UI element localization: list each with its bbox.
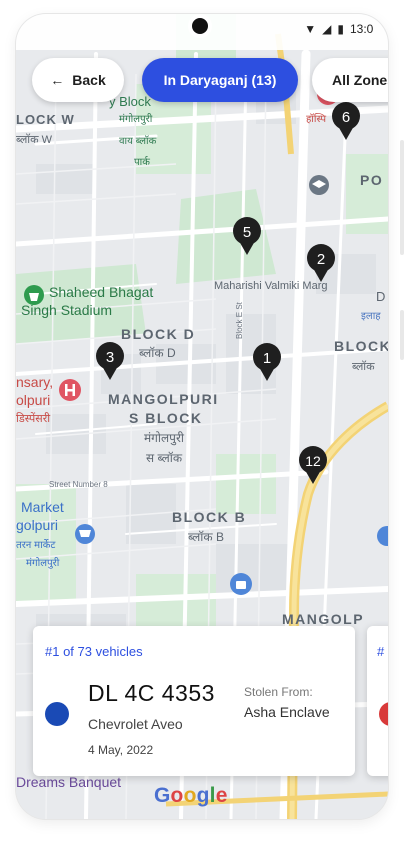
marker-label: 2 (317, 251, 325, 268)
label-block-d: BLOCK D (121, 326, 195, 342)
back-label: Back (72, 72, 106, 88)
label-po: PO (360, 172, 383, 188)
battery-icon: ▮ (337, 22, 344, 36)
label-mangolpuri-edge: MANGOLP (282, 611, 364, 627)
label-dispensary-2: olpuri (16, 392, 50, 408)
label-s-block: S BLOCK (129, 410, 203, 426)
google-logo: Google (154, 784, 228, 808)
google-logo-text: Google (154, 784, 228, 807)
vehicle-card[interactable]: #1 of 73 vehicles DL 4C 4353 Chevrolet A… (33, 626, 355, 776)
label-block-d-hi: ब्लॉक D (139, 346, 176, 360)
school-icon (309, 175, 329, 195)
vehicle-model: Chevrolet Aveo (88, 716, 183, 732)
label-street-8: Street Number 8 (49, 480, 108, 489)
label-stadium: Shaheed Bhagat (49, 284, 153, 300)
label-hospital-edge: हॉस्पि (306, 113, 326, 125)
label-park-hi-2: पार्क (134, 156, 150, 168)
shopping-bag-icon (230, 573, 252, 595)
label-dispensary-hi: डिस्पेंसरी (16, 412, 50, 425)
next-vehicle-color-dot (379, 702, 388, 726)
front-camera (192, 18, 208, 34)
stolen-from-value: Asha Enclave (244, 704, 330, 720)
marker-label: 12 (305, 453, 321, 469)
phone-screen: LOCK W ब्लॉक W y Block मंगोलपुरी वाय ब्ल… (16, 14, 388, 819)
label-d-edge: D (376, 289, 385, 304)
status-bar: ▼ ◢ ▮ 13:0 (16, 14, 388, 50)
label-stadium-2: Singh Stadium (21, 302, 112, 318)
next-vehicle-count: # (377, 644, 385, 659)
wifi-icon: ▼ (304, 22, 317, 36)
shopping-cart-icon (75, 524, 95, 544)
label-block-e-st: Block E St (235, 301, 244, 339)
marker-label: 6 (342, 109, 350, 126)
label-valmiki-marg: Maharishi Valmiki Marg (214, 280, 328, 292)
top-bar: ← Back In Daryaganj (13) All Zones (16, 58, 388, 102)
all-zones-button[interactable]: All Zones (312, 58, 388, 102)
hospital-icon (59, 379, 81, 401)
vehicle-count: #1 of 73 vehicles (45, 644, 143, 659)
back-button[interactable]: ← Back (32, 58, 124, 102)
vehicle-color-dot (45, 702, 69, 726)
label-ilaha: इलाह (361, 311, 381, 322)
label-park-hi: वाय ब्लॉक (119, 135, 157, 147)
label-mangolpuri-hi: मंगोलपुरी (144, 431, 185, 446)
label-market-hi-2: मंगोलपुरी (26, 557, 60, 569)
label-mangolpuri: MANGOLPURI (108, 391, 219, 407)
marker-label: 3 (106, 349, 114, 366)
label-market-hi: तरन मार्केट (16, 539, 56, 551)
arrow-left-icon: ← (50, 72, 65, 88)
next-vehicle-card[interactable]: # (367, 626, 388, 776)
side-scroll-indicator (400, 140, 404, 255)
marker-label: 1 (263, 350, 271, 367)
label-block-w-hi: ब्लॉक W (16, 133, 53, 146)
park-area (136, 574, 216, 634)
vehicle-date: 4 May, 2022 (88, 743, 154, 757)
label-dreams-banquet: Dreams Banquet (16, 774, 121, 790)
label-v-block-hi: मंगोलपुरी (119, 113, 153, 125)
side-scroll-indicator (400, 310, 404, 360)
label-s-block-hi: स ब्लॉक (146, 451, 183, 465)
vehicle-plate: DL 4C 4353 (88, 680, 215, 706)
label-market: Market (21, 499, 64, 515)
label-dispensary: nsary, (16, 374, 53, 390)
zone-filter-button[interactable]: In Daryaganj (13) (142, 58, 298, 102)
park-area (216, 454, 276, 514)
signal-icon: ◢ (322, 22, 332, 36)
status-time: 13:0 (350, 22, 374, 36)
stolen-from-label: Stolen From: (244, 685, 313, 699)
all-zones-label: All Zones (332, 72, 388, 88)
status-icons: ▼ ◢ ▮ 13:0 (304, 22, 388, 36)
label-market-2: golpuri (16, 517, 58, 533)
label-block-b: BLOCK B (172, 509, 246, 525)
label-block-b-hi: ब्लॉक B (188, 530, 224, 544)
label-block-edge: BLOCK (334, 338, 388, 354)
zone-filter-label: In Daryaganj (13) (163, 72, 277, 88)
marker-label: 5 (243, 224, 251, 241)
label-block-edge-hi: ब्लॉक (352, 360, 375, 373)
label-block-w: LOCK W (16, 112, 75, 127)
